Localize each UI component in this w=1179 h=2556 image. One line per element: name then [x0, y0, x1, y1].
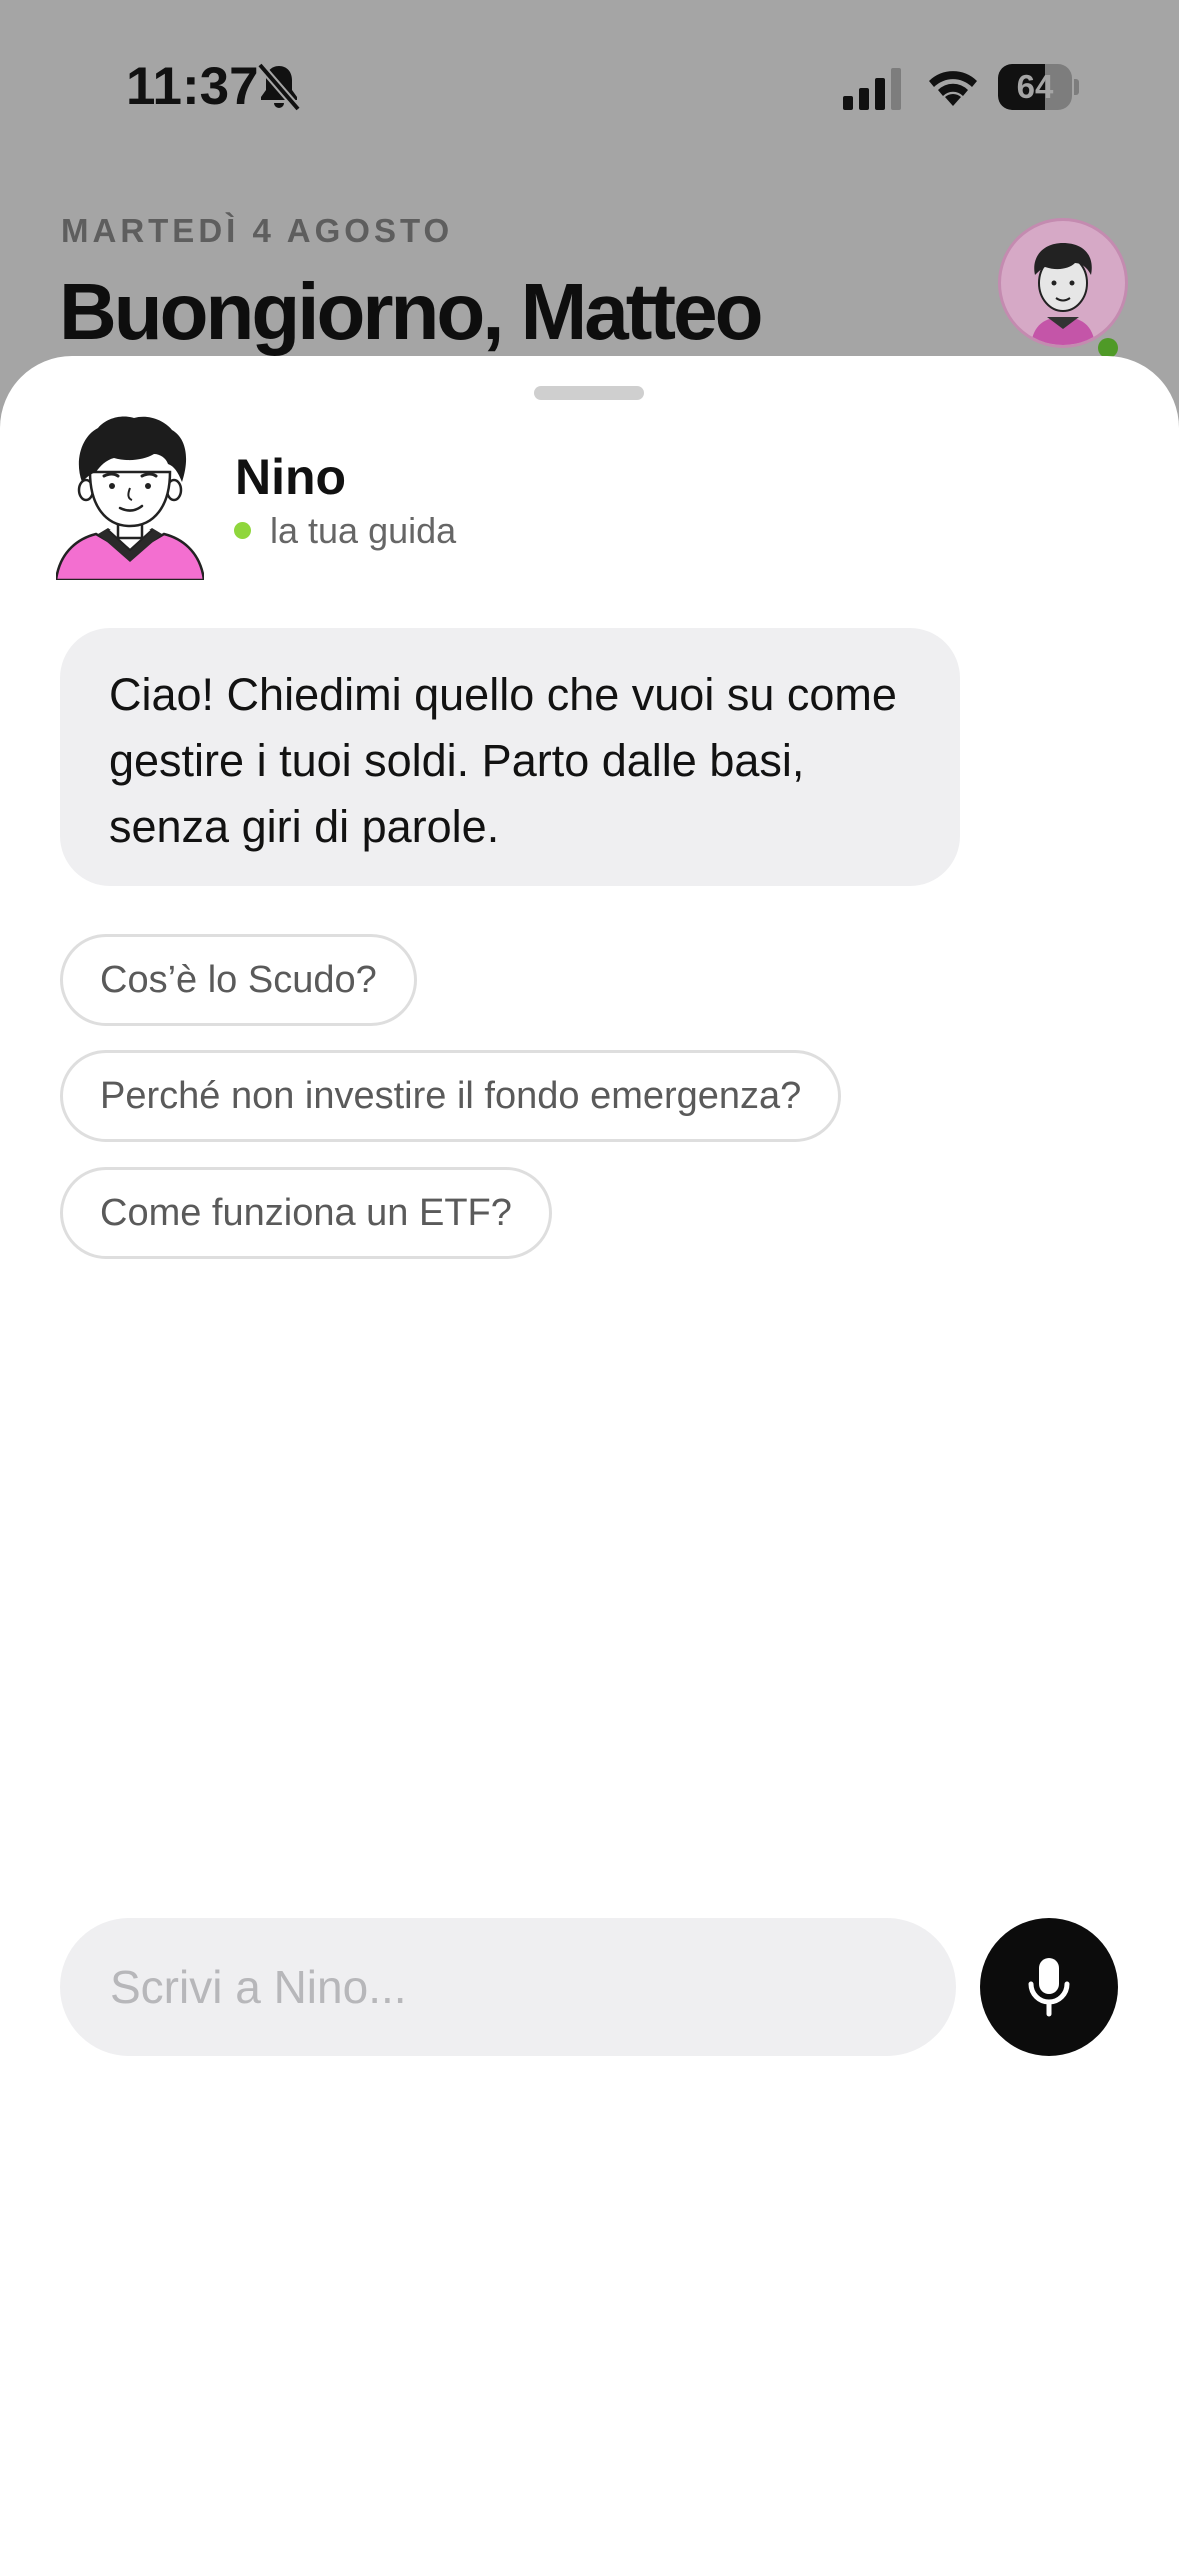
assistant-message-bubble: Ciao! Chiedimi quello che vuoi su come g… — [60, 628, 960, 886]
microphone-icon — [1028, 1958, 1070, 2017]
status-bar: 11:37 64 — [0, 0, 1179, 170]
suggestion-chip[interactable]: Come funziona un ETF? — [60, 1167, 552, 1259]
assistant-online-dot — [234, 522, 251, 539]
wifi-icon — [929, 71, 977, 106]
battery-level: 64 — [1016, 68, 1054, 105]
avatar-illustration — [1031, 243, 1095, 345]
nino-avatar — [56, 416, 204, 580]
sheet-grabber[interactable] — [534, 386, 644, 400]
greeting-title: Buongiorno, Matteo — [59, 267, 763, 356]
cellular-signal-icon — [843, 68, 901, 110]
status-time: 11:37 — [126, 57, 259, 116]
date-label: MARTEDÌ 4 AGOSTO — [61, 212, 454, 249]
message-input[interactable] — [60, 1918, 956, 2056]
assistant-status: la tua guida — [270, 510, 457, 551]
online-indicator — [1098, 338, 1118, 358]
battery-icon: 64 — [998, 64, 1079, 110]
assistant-name: Nino — [235, 449, 347, 505]
suggestion-chip[interactable]: Cos’è lo Scudo? — [60, 934, 417, 1026]
chat-sheet: Nino la tua guida Ciao! Chiedimi quello … — [0, 356, 1179, 2556]
bell-slash-icon — [256, 62, 302, 112]
suggestion-chip[interactable]: Perché non investire il fondo emergenza? — [60, 1050, 842, 1142]
microphone-button[interactable] — [980, 1918, 1118, 2056]
assistant-message-text: Ciao! Chiedimi quello che vuoi su come g… — [109, 669, 897, 852]
profile-avatar[interactable] — [998, 218, 1128, 348]
